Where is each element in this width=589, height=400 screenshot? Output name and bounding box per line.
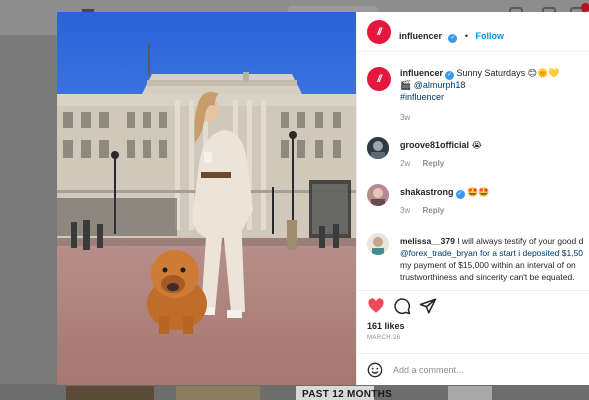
author-username[interactable]: influencer bbox=[399, 31, 442, 41]
follow-button[interactable]: Follow bbox=[476, 31, 505, 41]
comment-avatar-image bbox=[367, 184, 389, 206]
emoji-icon[interactable] bbox=[367, 362, 383, 378]
comment-icon[interactable] bbox=[393, 297, 411, 315]
clapper-emoji: 🎬 bbox=[400, 80, 412, 90]
share-icon-glyph bbox=[419, 298, 437, 314]
comment-line-1: melissa__379 I will always testify of yo… bbox=[400, 235, 589, 247]
post-sidebar: // influencer ✓ • Follow // influencer ✓ … bbox=[356, 12, 589, 385]
caption-line-3: #influencer bbox=[400, 91, 444, 103]
author-line: influencer ✓ • Follow bbox=[399, 26, 504, 44]
comment-age: 3w bbox=[400, 206, 411, 215]
comment-avatar-image bbox=[367, 233, 389, 255]
background-notification-dot bbox=[581, 3, 589, 12]
share-icon[interactable] bbox=[419, 297, 437, 315]
background-grid-tile bbox=[176, 386, 260, 400]
caption-avatar-text: // bbox=[377, 73, 381, 85]
comments-list[interactable]: // influencer ✓ Sunny Saturdays 😊🌞💛 🎬 @al… bbox=[357, 53, 589, 290]
caption-username[interactable]: influencer bbox=[400, 68, 443, 78]
comment-avatar-image bbox=[367, 137, 389, 159]
comment-age: 2w bbox=[400, 159, 411, 168]
comment-avatar[interactable] bbox=[367, 184, 389, 206]
comment-username[interactable]: shakastrong bbox=[400, 187, 454, 197]
comment-icon-glyph bbox=[394, 298, 411, 315]
post-actions: 161 likes MARCH 26 bbox=[357, 290, 589, 341]
post-date: MARCH 26 bbox=[367, 335, 401, 341]
post-modal: // influencer ✓ • Follow // influencer ✓ … bbox=[57, 12, 589, 385]
post-header: // influencer ✓ • Follow bbox=[357, 12, 589, 52]
emoji-icon-glyph bbox=[367, 362, 383, 378]
post-photo-illustration bbox=[57, 12, 356, 385]
post-photo[interactable] bbox=[57, 12, 356, 385]
comment-line-3: my payment of $15,000 within an interval… bbox=[400, 260, 576, 270]
caption-hashtag-link[interactable]: #influencer bbox=[400, 92, 444, 102]
heart-icon-glyph bbox=[368, 298, 384, 313]
comment-body: groove81official 😭 bbox=[400, 139, 482, 151]
heart-icon[interactable] bbox=[367, 297, 385, 315]
background-grid-tile bbox=[448, 386, 492, 400]
comment-avatar[interactable] bbox=[367, 137, 389, 159]
comment-text: 😭 bbox=[471, 140, 483, 150]
likes-count[interactable]: 161 likes bbox=[367, 321, 405, 331]
caption-author-avatar[interactable]: // bbox=[367, 67, 391, 91]
caption-line-2: 🎬 @almurph18 bbox=[400, 79, 465, 91]
comment-meta: 3w Reply bbox=[400, 206, 454, 215]
comment-username[interactable]: melissa__379 bbox=[400, 236, 455, 246]
comment-text-1: I will always testify of your good d bbox=[457, 236, 584, 246]
background-grid-tile bbox=[66, 386, 154, 400]
add-comment-input[interactable] bbox=[393, 362, 583, 378]
verified-badge-icon: ✓ bbox=[455, 190, 465, 199]
caption-mention-link[interactable]: @almurph18 bbox=[414, 80, 466, 90]
author-avatar-text: // bbox=[377, 26, 381, 38]
add-comment-bar bbox=[357, 353, 589, 385]
caption-meta: 3w bbox=[400, 113, 420, 122]
comment-meta: 2w Reply bbox=[400, 159, 454, 168]
author-avatar[interactable]: // bbox=[367, 20, 391, 44]
comment-body: shakastrong ✓ 🤩🤩 bbox=[400, 186, 489, 199]
comment-line-4: trustworthiness and sincerity can't be e… bbox=[400, 272, 575, 282]
caption-text: Sunny Saturdays 😊🌞💛 bbox=[456, 68, 560, 78]
comment-line-2[interactable]: @forex_trade_bryan for a start i deposit… bbox=[400, 247, 589, 259]
comment-username[interactable]: groove81official bbox=[400, 140, 469, 150]
background-banner-text: PAST 12 MONTHS bbox=[302, 389, 393, 400]
reply-button[interactable]: Reply bbox=[422, 206, 444, 215]
caption-age: 3w bbox=[400, 113, 411, 122]
comment-avatar[interactable] bbox=[367, 233, 389, 255]
comment-body: melissa__379 I will always testify of yo… bbox=[400, 235, 589, 283]
reply-button[interactable]: Reply bbox=[422, 159, 444, 168]
comment-text: 🤩🤩 bbox=[467, 187, 490, 197]
verified-badge-icon: ✓ bbox=[448, 34, 458, 43]
separator-dot: • bbox=[464, 31, 469, 41]
